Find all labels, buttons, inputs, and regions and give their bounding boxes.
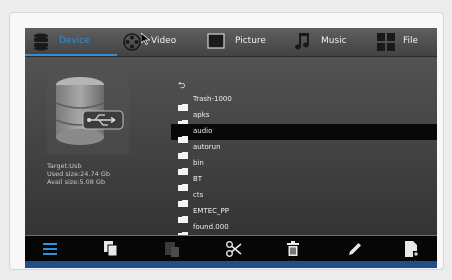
tab-device-label: Device [59, 36, 90, 46]
file-name: autorun [193, 143, 221, 151]
copy-icon [104, 241, 118, 261]
paste-icon [165, 241, 179, 261]
file-name: audio [193, 127, 213, 135]
trash-icon [287, 241, 299, 260]
file-row[interactable]: cts [171, 188, 437, 207]
file-name: bin [193, 159, 204, 167]
file-row[interactable]: found.000 [171, 220, 437, 239]
file-name: EMTEC_PP [193, 207, 229, 215]
file-row[interactable]: apks [171, 108, 437, 127]
device-target: Target:Usb [47, 162, 82, 170]
file-row[interactable]: BT [171, 172, 437, 191]
tab-bar: Device Video Picture Music File [25, 28, 437, 57]
file-name: apks [193, 111, 210, 119]
file-row[interactable]: audio [171, 124, 437, 143]
tab-music[interactable]: Music [295, 28, 361, 56]
usb-storage-icon [47, 71, 129, 155]
back-row[interactable]: ⮌ [171, 76, 437, 92]
device-used-size: Used size:24.74 Gb [47, 170, 110, 178]
tab-file-label: File [403, 36, 419, 46]
tab-device[interactable]: Device [33, 28, 117, 56]
pencil-icon [348, 241, 362, 260]
file-name: found.000 [193, 223, 229, 231]
file-row[interactable]: Trash-1000 [171, 92, 437, 111]
mouse-pointer-icon [140, 30, 151, 49]
file-row[interactable]: autorun [171, 140, 437, 159]
tab-picture[interactable]: Picture [207, 28, 279, 56]
picture-icon [207, 33, 225, 53]
grid-icon [377, 33, 395, 55]
scissors-icon [226, 241, 242, 261]
device-info: Target:Usb Used size:24.74 Gb Avail size… [47, 162, 110, 186]
music-note-icon [295, 33, 311, 55]
file-manager-app: Device Video Picture Music File Target:U… [25, 28, 437, 268]
tab-music-label: Music [321, 36, 347, 46]
status-strip [25, 261, 437, 268]
tab-file[interactable]: File [377, 28, 435, 56]
list-icon [43, 241, 57, 260]
file-row[interactable]: EMTEC_PP [171, 204, 437, 223]
tab-picture-label: Picture [235, 36, 266, 46]
file-name: BT [193, 175, 203, 183]
tab-video[interactable]: Video [123, 28, 189, 56]
database-icon [33, 33, 49, 55]
new-file-icon [405, 241, 419, 261]
file-name: Trash-1000 [193, 95, 232, 103]
device-avail-size: Avail size:5.08 Gb [47, 178, 106, 186]
file-row[interactable]: bin [171, 156, 437, 175]
active-tab-indicator [25, 54, 117, 56]
file-name: cts [193, 191, 204, 199]
tab-video-label: Video [151, 36, 177, 46]
film-reel-icon [123, 33, 141, 55]
